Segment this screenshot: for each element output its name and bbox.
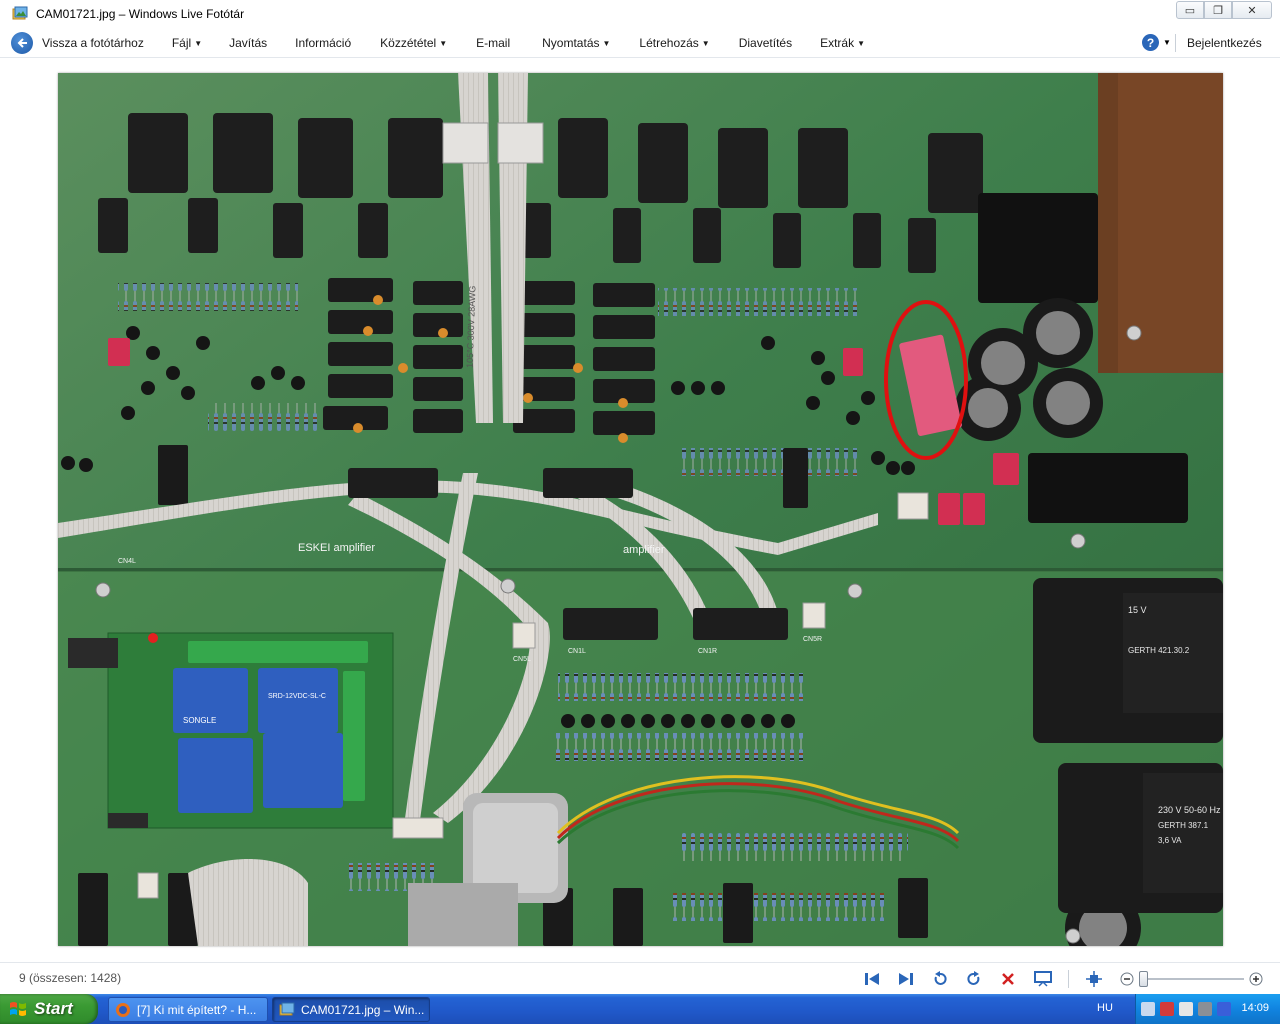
volume-icon[interactable] [1179,1002,1193,1016]
slideshow-button[interactable] [1033,969,1053,989]
slideshow-screen-icon [1034,971,1052,987]
divider [1068,970,1069,988]
previous-button[interactable] [862,969,882,989]
fit-to-window-icon [1086,971,1102,987]
transformer-label: 3,6 VA [1158,836,1182,845]
taskbar-item-label: CAM01721.jpg – Win... [301,1002,425,1017]
minimize-button[interactable]: ▭ [1176,1,1204,19]
menu-slideshow-label: Diavetítés [738,35,793,50]
menu-extras[interactable]: Extrák ▼ [820,36,865,50]
bluetooth-icon[interactable] [1217,1002,1231,1016]
circuit-board-photo: ESKEI amplifier amplifier 15 V GERTH 421… [58,73,1223,946]
chevron-down-icon: ▼ [194,38,203,48]
sign-in-button[interactable]: Bejelentkezés [1187,36,1262,50]
zoom-out-icon [1120,972,1134,986]
command-bar: Vissza a fotótárhoz Fájl ▼ Javítás Inform… [0,28,1280,58]
rotate-right-icon [967,971,980,985]
menu-info-label: Információ [295,35,352,50]
delete-x-icon [1002,973,1014,985]
taskbar: Start [7] Ki mit épített? - H... CAM0172… [0,994,1280,1024]
language-indicator[interactable]: HU [1097,1002,1113,1014]
menu-slideshow[interactable]: Diavetítés [739,36,792,50]
connector-label: CN1L [568,648,586,655]
board-label-right: amplifier [623,544,665,556]
zoom-in-button[interactable] [1246,969,1266,989]
menu-print[interactable]: Nyomtatás ▼ [542,36,610,50]
rotate-left-button[interactable] [930,969,950,989]
divider [1175,34,1176,52]
photo-viewer: ESKEI amplifier amplifier 15 V GERTH 421… [0,59,1280,962]
board-label-left: ESKEI amplifier [298,542,375,554]
menu-email-label: E-mail [476,35,511,50]
menu-file[interactable]: Fájl ▼ [172,36,202,50]
firefox-icon [116,1002,130,1017]
photo-canvas[interactable]: ESKEI amplifier amplifier 15 V GERTH 421… [58,73,1223,946]
rotate-left-icon [934,971,947,985]
restore-icon: ❐ [1213,4,1223,17]
chevron-down-icon: ▼ [602,38,611,48]
connector-label: CN5R [803,636,822,643]
zoom-slider-thumb[interactable] [1139,971,1148,987]
system-tray: 14:09 [1135,994,1280,1024]
zoom-out-button[interactable] [1117,969,1137,989]
menu-fix-label: Javítás [229,35,268,50]
zoom-slider-track[interactable] [1140,978,1244,980]
photo-gallery-app-icon [279,1002,295,1015]
transformer-label: GERTH 421.30.2 [1128,646,1190,655]
menu-create-label: Létrehozás [639,35,699,50]
network-icon[interactable] [1141,1002,1155,1016]
chevron-down-icon: ▼ [857,38,866,48]
taskbar-item-photo-gallery[interactable]: CAM01721.jpg – Win... [272,997,430,1022]
chevron-down-icon: ▼ [439,38,448,48]
skip-next-icon [899,973,913,985]
minimize-icon: ▭ [1184,4,1196,17]
actual-size-button[interactable] [1084,969,1104,989]
menu-print-label: Nyomtatás [542,35,600,50]
connector-label: CN1R [698,648,717,655]
start-button[interactable]: Start [0,994,98,1024]
menu-info[interactable]: Információ [295,36,351,50]
menu-publish-label: Közzététel [380,35,437,50]
chevron-down-icon: ▼ [1163,38,1171,47]
next-button[interactable] [896,969,916,989]
security-shield-icon[interactable] [1160,1002,1174,1016]
relay-label: SRD-12VDC-SL-C [268,693,326,700]
connector-label: CN5L [513,656,531,663]
menu-create[interactable]: Létrehozás ▼ [639,36,709,50]
photo-counter: 9 (összesen: 1428) [19,971,122,985]
start-label: Start [34,999,73,1018]
menu-fix[interactable]: Javítás [229,36,267,50]
zoom-in-icon [1249,972,1263,986]
taskbar-item-firefox[interactable]: [7] Ki mit épített? - H... [108,997,268,1022]
menu-extras-label: Extrák [820,35,855,50]
device-icon[interactable] [1198,1002,1212,1016]
rotate-right-button[interactable] [964,969,984,989]
window-title: CAM01721.jpg – Windows Live Fotótár [36,7,245,21]
menu-publish[interactable]: Közzététel ▼ [380,36,447,50]
clock[interactable]: 14:09 [1241,1002,1269,1014]
chevron-down-icon: ▼ [701,38,710,48]
skip-previous-icon [865,973,879,985]
close-icon: ✕ [1247,4,1257,17]
back-arrow-icon[interactable] [11,31,33,54]
help-menu[interactable]: ? ▼ [1142,34,1171,51]
connector-label: CN4L [118,558,136,565]
title-bar: CAM01721.jpg – Windows Live Fotótár ▭ ❐ … [0,0,1280,28]
close-button[interactable]: ✕ [1232,1,1272,19]
transformer-label: 230 V 50-60 Hz [1158,805,1221,815]
maximize-button[interactable]: ❐ [1204,1,1232,19]
transformer-label: 15 V [1128,605,1147,615]
help-icon: ? [1142,34,1159,51]
status-bar: 9 (összesen: 1428) [0,962,1280,994]
delete-button[interactable] [998,969,1018,989]
back-to-gallery-button[interactable]: Vissza a fotótárhoz [42,36,144,50]
photo-gallery-app-icon [12,6,28,20]
menu-file-label: Fájl [171,35,192,50]
menu-email[interactable]: E-mail [476,36,510,50]
windows-logo-icon [10,1002,26,1016]
taskbar-item-label: [7] Ki mit épített? - H... [137,1002,257,1017]
relay-label: SONGLE [183,716,216,725]
window-controls: ▭ ❐ ✕ [1176,1,1272,19]
transformer-label: GERTH 387.1 [1158,821,1209,830]
